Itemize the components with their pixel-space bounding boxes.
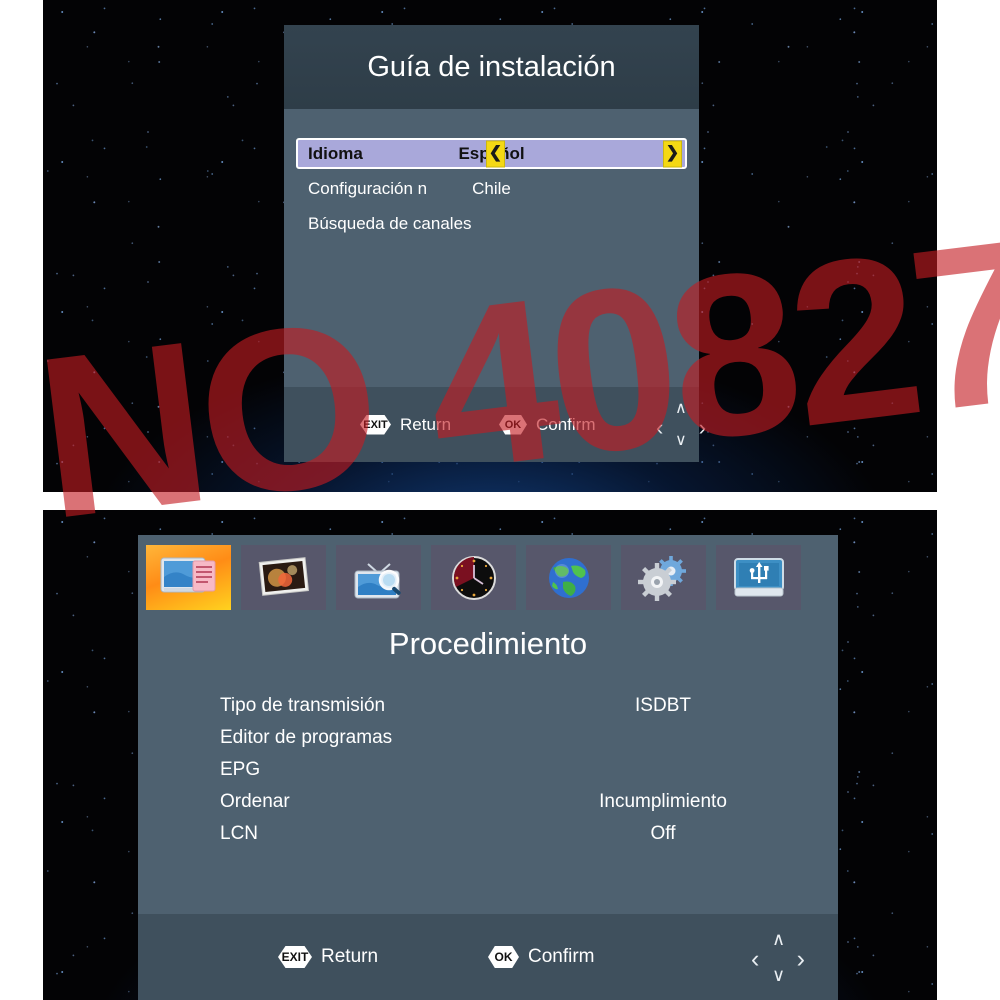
main-menu-title: Procedimiento xyxy=(388,626,588,661)
return-hint-label-2: Return xyxy=(321,946,379,967)
dpad-hint[interactable]: ∧ ‹ › ∨ xyxy=(656,399,706,449)
usb-drive-icon xyxy=(733,557,784,596)
tab-system[interactable] xyxy=(621,545,706,610)
menu-row-editor-programas[interactable]: Editor de programas xyxy=(138,722,838,754)
confirm-hint-label: Confirm xyxy=(536,414,596,434)
menu-row-configuracion-value: Chile xyxy=(472,178,511,198)
menu-row-lcn[interactable]: LCN Off xyxy=(138,818,838,850)
program-icon xyxy=(160,557,215,592)
install-guide-dialog: Guía de instalación Idioma Español ❮ ❯ C xyxy=(284,25,706,462)
menu-row-busqueda[interactable]: Búsqueda de canales xyxy=(296,208,687,239)
menu-row-editor-programas-label: Editor de programas xyxy=(220,727,393,748)
menu-row-tipo-transmision-label: Tipo de transmisión xyxy=(220,695,386,716)
screenshot-root: ISDBT High Definition Receiver Guía de i… xyxy=(0,0,1000,1000)
tab-time[interactable] xyxy=(431,545,516,610)
return-hint-2[interactable]: EXIT Return xyxy=(278,946,378,968)
dpad-right-icon-2: › xyxy=(796,945,805,973)
idioma-prev-arrow-button[interactable]: ❮ xyxy=(486,140,505,167)
confirm-hint-label-2: Confirm xyxy=(528,946,595,967)
tab-usb[interactable] xyxy=(716,545,801,610)
main-menu-body: Procedimiento Tipo de transmisión ISDBT … xyxy=(138,618,838,914)
dpad-up-icon-2: ∧ xyxy=(772,929,786,949)
return-hint[interactable]: EXIT Return xyxy=(360,414,452,435)
install-guide-title: Guía de instalación xyxy=(367,51,616,83)
picture-icon xyxy=(258,556,309,596)
install-guide-screen: ISDBT High Definition Receiver Guía de i… xyxy=(43,0,937,492)
menu-row-tipo-transmision[interactable]: Tipo de transmisión ISDBT xyxy=(138,690,838,722)
menu-row-epg-label: EPG xyxy=(220,759,261,780)
confirm-hint[interactable]: OK Confirm xyxy=(499,414,596,435)
menu-row-ordenar-label: Ordenar xyxy=(220,791,290,812)
dpad-down-icon: ∨ xyxy=(675,431,687,449)
dpad-left-icon-2: ‹ xyxy=(751,945,760,973)
chevron-left-icon: ❮ xyxy=(488,144,503,162)
dpad-right-icon: › xyxy=(698,414,706,440)
menu-row-lcn-label: LCN xyxy=(220,823,259,844)
main-menu-dialog: Procedimiento Tipo de transmisión ISDBT … xyxy=(138,535,838,1000)
menu-row-lcn-value: Off xyxy=(650,823,676,844)
chevron-right-icon: ❯ xyxy=(665,144,680,162)
exit-key-icon-2: EXIT xyxy=(278,946,312,968)
menu-row-configuracion[interactable]: Configuración n Chile xyxy=(296,173,687,204)
dpad-up-icon: ∧ xyxy=(675,399,687,417)
dpad-down-icon-2: ∨ xyxy=(772,965,786,985)
menu-row-idioma[interactable]: Idioma Español ❮ ❯ xyxy=(296,138,687,169)
tab-picture[interactable] xyxy=(241,545,326,610)
ok-key-icon-2: OK xyxy=(488,946,519,968)
install-guide-header: Guía de instalación xyxy=(284,25,699,109)
confirm-hint-2[interactable]: OK Confirm xyxy=(488,946,595,968)
main-menu-screen: Procedimiento Tipo de transmisión ISDBT … xyxy=(43,510,937,1000)
clock-icon xyxy=(451,555,496,600)
tab-program[interactable] xyxy=(146,545,231,610)
menu-row-epg[interactable]: EPG xyxy=(138,754,838,786)
dpad-left-icon: ‹ xyxy=(656,414,664,440)
install-guide-footer: EXIT Return OK Confirm ∧ ‹ › ∨ xyxy=(284,387,706,462)
install-guide-body: Idioma Español ❮ ❯ Configuración n Chile xyxy=(284,109,699,387)
menu-tab-strip xyxy=(138,535,838,618)
tv-search-icon xyxy=(354,562,401,598)
globe-icon xyxy=(548,557,589,598)
gears-icon xyxy=(637,555,686,601)
menu-row-busqueda-label: Búsqueda de canales xyxy=(308,213,472,233)
main-menu-footer: EXIT Return OK Confirm ∧ ‹ › ∨ xyxy=(138,914,838,1000)
menu-row-ordenar[interactable]: Ordenar Incumplimiento xyxy=(138,786,838,818)
idioma-next-arrow-button[interactable]: ❯ xyxy=(663,140,682,167)
exit-key-icon: EXIT xyxy=(360,414,391,435)
return-hint-label: Return xyxy=(400,414,452,434)
tab-option[interactable] xyxy=(526,545,611,610)
menu-row-ordenar-value: Incumplimiento xyxy=(599,791,727,812)
dpad-hint-2[interactable]: ∧ ‹ › ∨ xyxy=(751,930,805,984)
ok-key-icon: OK xyxy=(499,414,527,435)
tab-channel-search[interactable] xyxy=(336,545,421,610)
menu-row-tipo-transmision-value: ISDBT xyxy=(635,695,691,716)
